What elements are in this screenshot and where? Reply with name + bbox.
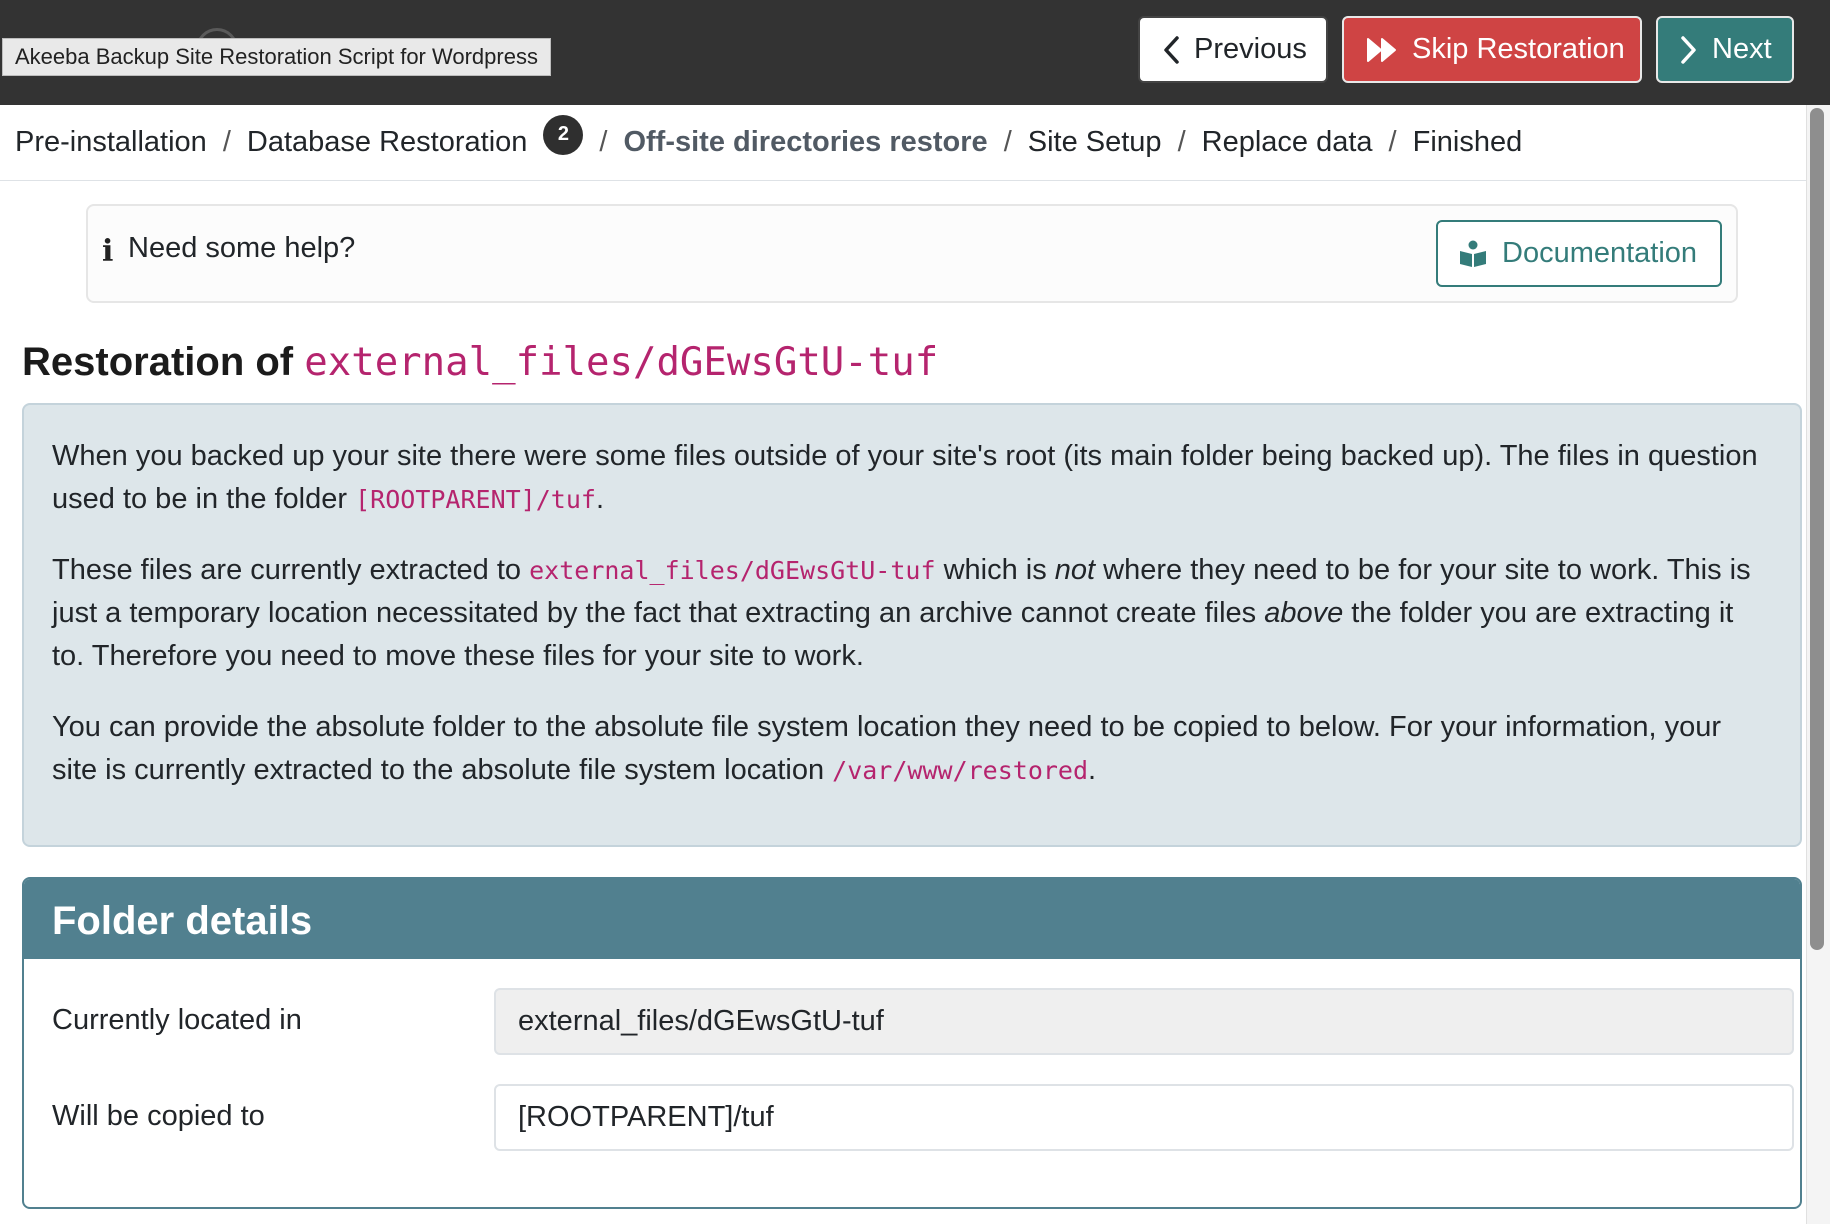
emphasis-above: above — [1264, 597, 1344, 629]
previous-button[interactable]: Previous — [1138, 16, 1328, 83]
folder-details-card: Folder details Currently located in exte… — [22, 877, 1802, 1209]
info-paragraph-3: You can provide the absolute folder to t… — [52, 706, 1772, 792]
chevron-left-icon — [1164, 35, 1179, 64]
step-site-setup: Site Setup — [1027, 126, 1162, 158]
book-reader-icon — [1460, 240, 1486, 267]
extracted-folder-code: external_files/dGEwsGtU-tuf — [529, 556, 936, 585]
copy-target-label: Will be copied to — [52, 1100, 265, 1132]
copy-target-input[interactable]: [ROOTPARENT]/tuf — [494, 1084, 1794, 1151]
page-title: Restoration of external_files/dGEwsGtU-t… — [22, 340, 938, 385]
app-title-tooltip: Akeeba Backup Site Restoration Script fo… — [2, 38, 551, 76]
breadcrumb-separator: / — [1177, 126, 1186, 158]
previous-label: Previous — [1194, 33, 1307, 65]
original-folder-code: [ROOTPARENT]/tuf — [355, 485, 596, 514]
step-finished: Finished — [1412, 126, 1523, 158]
step-offsite-directories: Off-site directories restore — [623, 126, 988, 158]
breadcrumb-separator: / — [222, 126, 231, 158]
step-database-restoration: Database Restoration — [246, 126, 528, 158]
skip-restoration-button[interactable]: Skip Restoration — [1342, 16, 1642, 83]
steps-breadcrumb: Pre-installation / Database Restoration … — [0, 105, 1806, 181]
info-text: which is — [943, 554, 1047, 586]
step-replace-data: Replace data — [1201, 126, 1373, 158]
breadcrumb-separator: / — [1388, 126, 1397, 158]
site-path-code: /var/www/restored — [832, 756, 1089, 785]
info-paragraph-2: These files are currently extracted to e… — [52, 549, 1772, 678]
info-paragraph-1: When you backed up your site there were … — [52, 435, 1772, 521]
current-location-field: external_files/dGEwsGtU-tuf — [494, 988, 1794, 1055]
info-text: . — [595, 483, 604, 515]
help-text: Need some help? — [128, 232, 356, 264]
info-text: These files are currently extracted to — [52, 554, 522, 586]
emphasis-not: not — [1054, 554, 1096, 586]
folder-details-heading: Folder details — [24, 879, 1800, 959]
current-location-label: Currently located in — [52, 1004, 302, 1036]
breadcrumb-separator: / — [1003, 126, 1012, 158]
step-pre-installation: Pre-installation — [15, 126, 207, 158]
top-bar: Akeeba Backup Site Restoration Script fo… — [0, 0, 1830, 105]
next-label: Next — [1712, 33, 1772, 65]
documentation-button[interactable]: Documentation — [1436, 220, 1722, 287]
fast-forward-icon — [1367, 37, 1396, 62]
info-text: . — [1088, 754, 1097, 786]
breadcrumb-separator: / — [599, 126, 608, 158]
info-icon: i — [102, 234, 114, 269]
help-box: i Need some help? Documentation — [86, 204, 1738, 303]
skip-restoration-label: Skip Restoration — [1412, 33, 1625, 65]
info-text: When you backed up your site there were … — [52, 440, 1758, 515]
chevron-right-icon — [1681, 35, 1696, 64]
next-button[interactable]: Next — [1656, 16, 1794, 83]
documentation-label: Documentation — [1502, 237, 1698, 269]
title-prefix: Restoration of — [22, 340, 294, 384]
info-box: When you backed up your site there were … — [22, 403, 1802, 847]
step-count-badge: 2 — [543, 114, 584, 155]
title-folder: external_files/dGEwsGtU-tuf — [304, 340, 939, 385]
scrollbar-thumb[interactable] — [1810, 108, 1824, 950]
